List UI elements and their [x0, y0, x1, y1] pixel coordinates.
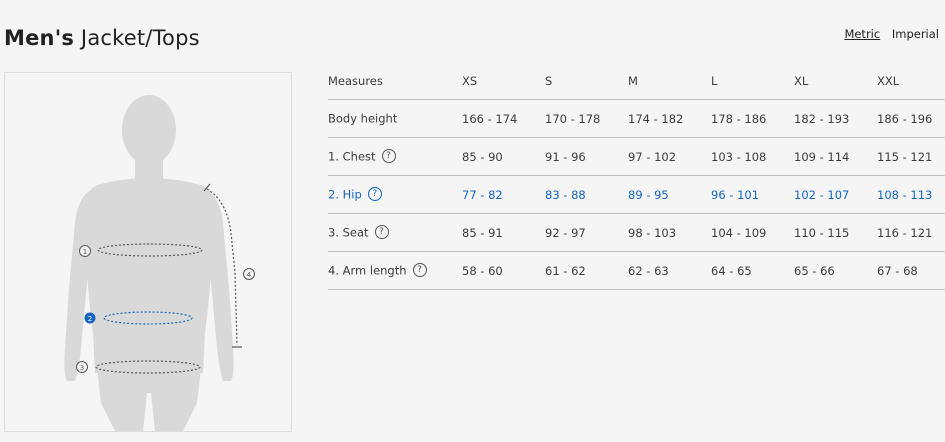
- table-cell: 58 - 60: [462, 251, 545, 290]
- marker-hip-label: 2: [88, 315, 92, 323]
- row-label-text: 4. Arm length: [328, 263, 407, 278]
- table-cell: 116 - 121: [877, 213, 945, 252]
- table-cell: 97 - 102: [628, 137, 711, 176]
- table-cell: 91 - 96: [545, 137, 628, 176]
- table-row-body-height: Body height 166 - 174 170 - 178 174 - 18…: [328, 99, 945, 138]
- marker-chest: 1: [79, 245, 91, 257]
- table-cell: 102 - 107: [794, 175, 877, 214]
- table-cell: 186 - 196: [877, 99, 945, 138]
- table-cell: 98 - 103: [628, 213, 711, 252]
- table-cell: 89 - 95: [628, 175, 711, 214]
- header-size-xl: XL: [794, 62, 877, 100]
- row-label: Body height: [328, 99, 462, 138]
- table-cell: 109 - 114: [794, 137, 877, 176]
- table-cell: 67 - 68: [877, 251, 945, 290]
- header-size-m: M: [628, 62, 711, 100]
- title-category: Jacket/Tops: [80, 26, 200, 50]
- table-row-chest: 1. Chest? 85 - 90 91 - 96 97 - 102 103 -…: [328, 137, 945, 176]
- row-label: 1. Chest?: [328, 137, 462, 176]
- marker-seat-label: 3: [80, 364, 84, 372]
- table-cell: 104 - 109: [711, 213, 794, 252]
- table-cell: 64 - 65: [711, 251, 794, 290]
- table-row-arm-length: 4. Arm length? 58 - 60 61 - 62 62 - 63 6…: [328, 251, 945, 290]
- table-cell: 108 - 113: [877, 175, 945, 214]
- help-icon[interactable]: ?: [381, 148, 396, 163]
- table-cell: 182 - 193: [794, 99, 877, 138]
- table-header-row: Measures XS S M L XL XXL: [328, 62, 945, 100]
- table-cell: 110 - 115: [794, 213, 877, 252]
- help-icon[interactable]: ?: [374, 224, 389, 239]
- imperial-toggle[interactable]: Imperial: [892, 27, 939, 41]
- table-row-hip: 2. Hip? 77 - 82 83 - 88 89 - 95 96 - 101…: [328, 175, 945, 214]
- table-cell: 178 - 186: [711, 99, 794, 138]
- table-cell: 92 - 97: [545, 213, 628, 252]
- table-cell: 96 - 101: [711, 175, 794, 214]
- header-size-xxl: XXL: [877, 62, 945, 100]
- row-label-text: Body height: [328, 111, 398, 126]
- table-cell: 115 - 121: [877, 137, 945, 176]
- header-size-xs: XS: [462, 62, 545, 100]
- table-cell: 166 - 174: [462, 99, 545, 138]
- body-figure-panel: 1 2 3 4: [4, 72, 292, 432]
- row-label: 2. Hip?: [328, 175, 462, 214]
- marker-hip: 2: [84, 312, 96, 324]
- table-cell: 61 - 62: [545, 251, 628, 290]
- help-icon[interactable]: ?: [412, 262, 427, 277]
- page-title: Men's Jacket/Tops: [4, 26, 200, 50]
- title-gender: Men's: [4, 26, 75, 50]
- table-cell: 85 - 90: [462, 137, 545, 176]
- table-cell: 85 - 91: [462, 213, 545, 252]
- marker-arm-length: 4: [243, 268, 255, 280]
- help-icon[interactable]: ?: [367, 186, 382, 201]
- table-cell: 77 - 82: [462, 175, 545, 214]
- header-size-l: L: [711, 62, 794, 100]
- row-label-text: 1. Chest: [328, 149, 376, 164]
- row-label: 3. Seat?: [328, 213, 462, 252]
- table-cell: 65 - 66: [794, 251, 877, 290]
- marker-seat: 3: [76, 361, 88, 373]
- table-cell: 174 - 182: [628, 99, 711, 138]
- table-cell: 83 - 88: [545, 175, 628, 214]
- metric-toggle[interactable]: Metric: [844, 27, 880, 41]
- header-size-s: S: [545, 62, 628, 100]
- marker-chest-label: 1: [83, 248, 87, 256]
- table-row-seat: 3. Seat? 85 - 91 92 - 97 98 - 103 104 - …: [328, 213, 945, 252]
- row-label-text: 2. Hip: [328, 187, 362, 202]
- body-silhouette-illustration: 1 2 3 4: [64, 95, 255, 431]
- table-cell: 62 - 63: [628, 251, 711, 290]
- header-measures: Measures: [328, 62, 462, 100]
- table-cell: 103 - 108: [711, 137, 794, 176]
- row-label-text: 3. Seat: [328, 225, 369, 240]
- row-label: 4. Arm length?: [328, 251, 462, 290]
- table-cell: 170 - 178: [545, 99, 628, 138]
- unit-toggle: Metric Imperial: [836, 27, 939, 41]
- marker-arm-length-label: 4: [247, 271, 252, 279]
- size-chart-table: Measures XS S M L XL XXL Body height 166…: [328, 62, 945, 290]
